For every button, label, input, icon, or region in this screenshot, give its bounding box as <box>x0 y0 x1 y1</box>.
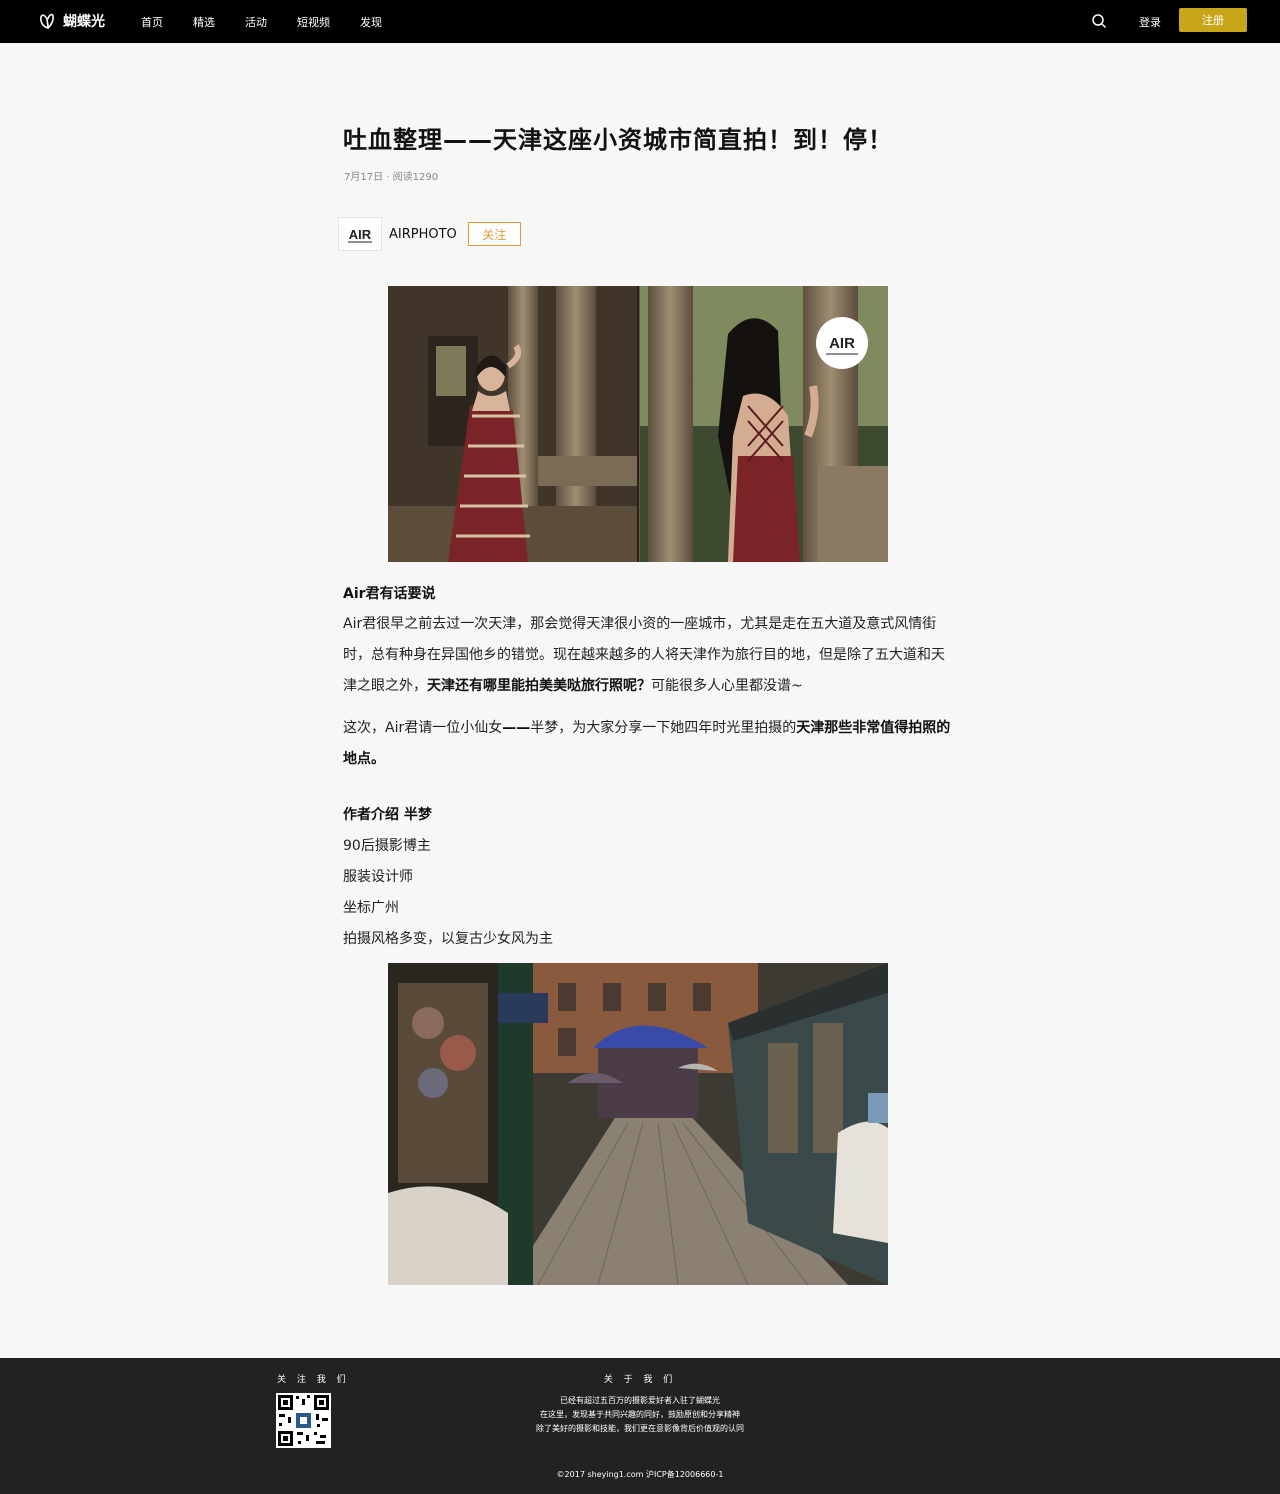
footer-about-text: 已经有超过五百万的摄影爱好者入驻了蝴蝶光 在这里，发现基于共同兴趣的同好，鼓励原… <box>0 1394 1280 1436</box>
paragraph-intro-tail: 可能很多人心里都没谱~ <box>651 678 803 694</box>
main-nav: 首页 精选 活动 短视频 发现 <box>141 0 412 43</box>
paragraph-invite-dash: —— <box>502 720 531 736</box>
top-nav-bar: 蝴蝶光 首页 精选 活动 短视频 发现 登录 注册 <box>0 0 1280 43</box>
footer-about-line: 已经有超过五百万的摄影爱好者入驻了蝴蝶光 <box>560 1396 720 1405</box>
article-photo-portraits: AIR <box>388 286 888 562</box>
site-footer: 关 注 我 们 关 于 我 们 已经有超过五百万的摄影爱好者入驻了蝴蝶光 在这里… <box>0 1358 1280 1494</box>
paragraph-invite: 这次，Air君请一位小仙女——半梦，为大家分享一下她四年时光里拍摄的天津那些非常… <box>343 713 955 775</box>
author-name[interactable]: AIRPHOTO <box>389 227 457 242</box>
author-avatar[interactable]: AIR <box>338 217 382 251</box>
section-heading-author-intro: 作者介绍 半梦 <box>343 807 432 823</box>
section-heading-air-says: Air君有话要说 <box>343 586 436 602</box>
follow-button[interactable]: 关注 <box>467 222 521 246</box>
author-row: AIR AIRPHOTO 关注 <box>338 217 521 251</box>
article-title: 吐血整理——天津这座小资城市简直拍！到！停！ <box>343 126 893 154</box>
paragraph-invite-mid: 半梦，为大家分享一下她四年时光里拍摄的 <box>530 720 797 736</box>
footer-about-heading: 关 于 我 们 <box>603 1375 677 1385</box>
footer-about-line: 除了美好的摄影和技能，我们更在意影像背后价值观的认同 <box>536 1424 744 1433</box>
nav-item-home[interactable]: 首页 <box>141 14 163 30</box>
site-logo[interactable]: 蝴蝶光 <box>38 10 105 32</box>
nav-item-short-video[interactable]: 短视频 <box>297 14 330 30</box>
butterfly-logo-icon <box>40 13 54 30</box>
paragraph-invite-text: 这次，Air君请一位小仙女 <box>343 720 503 736</box>
paragraph-intro: Air君很早之前去过一次天津，那会觉得天津很小资的一座城市，尤其是走在五大道及意… <box>343 609 955 702</box>
nav-item-events[interactable]: 活动 <box>245 14 267 30</box>
air-watermark: AIR <box>829 335 855 352</box>
article-photo-street <box>388 963 888 1285</box>
nav-item-discover[interactable]: 发现 <box>360 14 382 30</box>
svg-text:AIR: AIR <box>349 227 372 242</box>
paragraph-intro-bold: 天津还有哪里能拍美美哒旅行照呢？ <box>427 678 651 694</box>
bio-line: 拍摄风格多变，以复古少女风为主 <box>343 931 553 947</box>
article-meta: 7月17日 · 阅读1290 <box>344 172 439 183</box>
login-link[interactable]: 登录 <box>1139 14 1161 30</box>
air-logo-icon: AIR <box>348 227 372 243</box>
search-icon[interactable] <box>1091 13 1107 29</box>
logo-text: 蝴蝶光 <box>63 14 105 30</box>
footer-copyright: ©2017 sheying1.com 沪ICP备12006660-1 <box>556 1470 724 1479</box>
bio-line: 坐标广州 <box>343 900 399 916</box>
footer-about-line: 在这里，发现基于共同兴趣的同好，鼓励原创和分享精神 <box>540 1410 740 1419</box>
register-button[interactable]: 注册 <box>1179 8 1247 32</box>
nav-item-featured[interactable]: 精选 <box>193 14 215 30</box>
bio-line: 90后摄影博主 <box>343 838 431 854</box>
bio-line: 服装设计师 <box>343 869 413 885</box>
